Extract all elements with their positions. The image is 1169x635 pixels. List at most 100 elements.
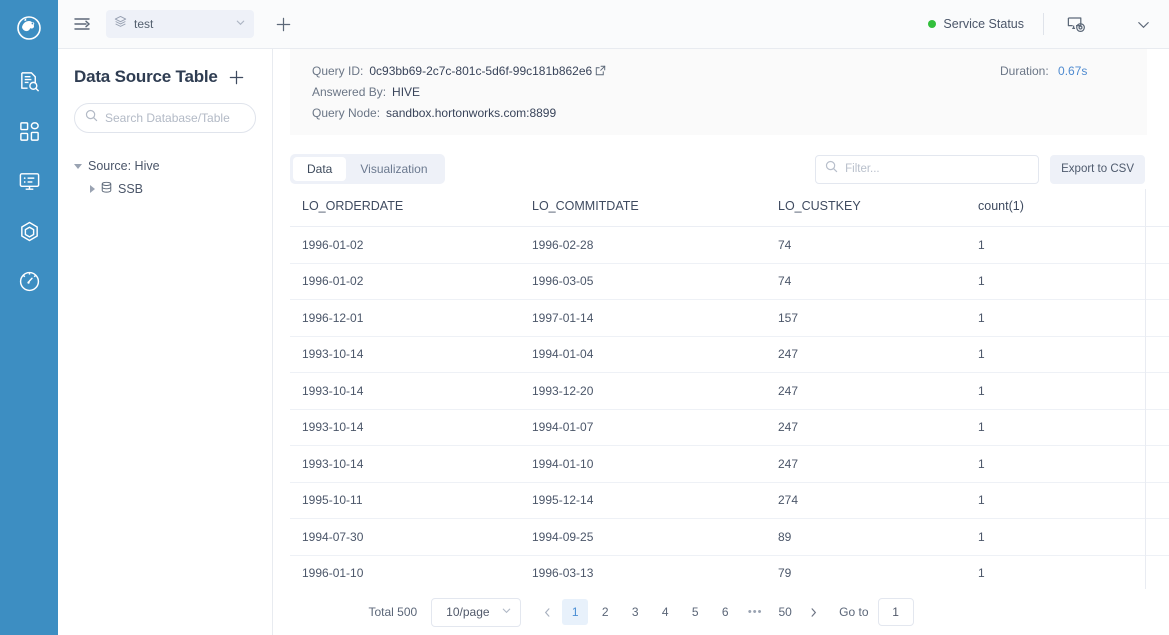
collapse-menu-icon[interactable] xyxy=(72,13,94,35)
result-toolbar-right: Export to CSV xyxy=(815,155,1145,184)
table-cell xyxy=(1146,263,1169,300)
external-link-icon[interactable] xyxy=(595,65,606,76)
page-ellipsis[interactable]: ••• xyxy=(742,606,768,618)
caret-right-icon[interactable] xyxy=(90,185,95,193)
status-dot-icon xyxy=(928,20,936,28)
goto-page-input[interactable] xyxy=(878,598,914,626)
monitor-gear-icon[interactable] xyxy=(1063,11,1089,37)
chevron-down-icon xyxy=(501,605,512,619)
table-cell: 1996-03-13 xyxy=(520,555,766,589)
tree-node-ssb[interactable]: SSB xyxy=(74,177,256,201)
sidebar-item-monitor[interactable] xyxy=(4,156,54,206)
service-status-button[interactable]: Service Status xyxy=(928,17,1024,31)
main-region: test Service Status xyxy=(58,0,1169,635)
table-body: 1996-01-021996-02-287411996-01-021996-03… xyxy=(290,227,1169,590)
page-number-3[interactable]: 3 xyxy=(622,599,648,625)
table-row[interactable]: 1994-07-301994-09-25891 xyxy=(290,519,1169,556)
top-header-right: Service Status xyxy=(928,11,1153,37)
add-tab-button[interactable] xyxy=(272,13,294,35)
table-cell xyxy=(1146,446,1169,483)
project-selector[interactable]: test xyxy=(106,10,254,38)
table-row[interactable]: 1996-01-021996-02-28741 xyxy=(290,227,1169,264)
table-row[interactable]: 1993-10-141994-01-072471 xyxy=(290,409,1169,446)
table-cell xyxy=(1146,519,1169,556)
query-id-label: Query ID: xyxy=(312,64,363,78)
table-cell: 247 xyxy=(766,409,966,446)
answered-by-row: Answered By: HIVE xyxy=(312,81,1125,102)
filter-box[interactable] xyxy=(815,155,1039,184)
table-cell: 1997-01-14 xyxy=(520,300,766,337)
page-number-last[interactable]: 50 xyxy=(772,599,798,625)
column-header-lo-commitdate[interactable]: LO_COMMITDATE xyxy=(520,189,766,227)
next-page-button[interactable] xyxy=(800,599,826,625)
page-number-2[interactable]: 2 xyxy=(592,599,618,625)
search-icon xyxy=(85,109,98,127)
tab-visualization[interactable]: Visualization xyxy=(346,157,441,181)
table-cell: 1993-10-14 xyxy=(290,409,520,446)
table-cell: 247 xyxy=(766,336,966,373)
duration-value: 0.67s xyxy=(1058,64,1087,78)
top-header-bar: test Service Status xyxy=(58,0,1169,49)
result-table-wrap[interactable]: LO_ORDERDATE LO_COMMITDATE LO_CUSTKEY co… xyxy=(273,189,1169,589)
table-cell: 1 xyxy=(966,336,1146,373)
column-header-count[interactable]: count(1) xyxy=(966,189,1146,227)
table-row[interactable]: 1993-10-141994-01-042471 xyxy=(290,336,1169,373)
table-row[interactable]: 1996-01-101996-03-13791 xyxy=(290,555,1169,589)
table-row[interactable]: 1996-12-011997-01-141571 xyxy=(290,300,1169,337)
table-cell: 1996-03-05 xyxy=(520,263,766,300)
table-row[interactable]: 1996-01-021996-03-05741 xyxy=(290,263,1169,300)
table-cell: 274 xyxy=(766,482,966,519)
column-header-lo-custkey[interactable]: LO_CUSTKEY xyxy=(766,189,966,227)
user-menu-chevron-down-icon[interactable] xyxy=(1133,14,1153,34)
sidebar-item-setting[interactable] xyxy=(4,206,54,256)
table-row[interactable]: 1993-10-141994-01-102471 xyxy=(290,446,1169,483)
table-cell: 89 xyxy=(766,519,966,556)
layers-icon xyxy=(114,15,127,33)
database-icon xyxy=(100,181,113,197)
kylin-logo[interactable] xyxy=(11,9,47,45)
search-input[interactable] xyxy=(105,111,245,125)
filter-input[interactable] xyxy=(845,163,1029,175)
fixed-column-divider xyxy=(1145,189,1146,589)
export-to-csv-button[interactable]: Export to CSV xyxy=(1050,155,1145,184)
table-row[interactable]: 1995-10-111995-12-142741 xyxy=(290,482,1169,519)
sidebar-item-dashboard[interactable] xyxy=(4,256,54,306)
page-number-5[interactable]: 5 xyxy=(682,599,708,625)
query-node-row: Query Node: sandbox.hortonworks.com:8899 xyxy=(312,102,1125,123)
result-toolbar: Data Visualization xyxy=(273,135,1169,189)
answered-by-label: Answered By: xyxy=(312,85,386,99)
prev-page-button[interactable] xyxy=(534,599,560,625)
add-data-source-button[interactable] xyxy=(228,69,245,86)
table-row[interactable]: 1993-10-141993-12-202471 xyxy=(290,373,1169,410)
search-database-table-box[interactable] xyxy=(74,103,256,133)
table-cell: 1 xyxy=(966,519,1146,556)
query-id-row: Query ID: 0c93bb69-2c7c-801c-5d6f-99c181… xyxy=(312,60,1125,81)
tree-node-source-hive[interactable]: Source: Hive xyxy=(74,155,256,177)
table-cell: 79 xyxy=(766,555,966,589)
table-cell: 1993-10-14 xyxy=(290,336,520,373)
column-header-lo-orderdate[interactable]: LO_ORDERDATE xyxy=(290,189,520,227)
table-cell: 1996-01-02 xyxy=(290,263,520,300)
table-cell: 1 xyxy=(966,373,1146,410)
table-cell: 1 xyxy=(966,409,1146,446)
table-cell xyxy=(1146,373,1169,410)
page-size-select[interactable]: 10/page xyxy=(431,598,521,627)
table-cell: 1996-02-28 xyxy=(520,227,766,264)
table-cell: 1994-01-10 xyxy=(520,446,766,483)
page-number-6[interactable]: 6 xyxy=(712,599,738,625)
table-cell: 74 xyxy=(766,263,966,300)
pagination-bar: Total 500 10/page 12 xyxy=(273,589,1169,635)
search-icon xyxy=(825,160,838,178)
page-number-4[interactable]: 4 xyxy=(652,599,678,625)
tab-data[interactable]: Data xyxy=(293,157,346,181)
sidebar-item-query[interactable] xyxy=(4,56,54,106)
page-number-1[interactable]: 1 xyxy=(562,599,588,625)
answered-by-value: HIVE xyxy=(392,85,420,99)
table-cell: 1 xyxy=(966,227,1146,264)
caret-down-icon[interactable] xyxy=(74,164,82,169)
table-cell xyxy=(1146,300,1169,337)
sidebar-item-model[interactable] xyxy=(4,106,54,156)
duration-label: Duration: xyxy=(1000,64,1049,78)
duration-group: Duration: 0.67s xyxy=(1000,64,1087,78)
query-result-content: Query ID: 0c93bb69-2c7c-801c-5d6f-99c181… xyxy=(273,49,1169,635)
